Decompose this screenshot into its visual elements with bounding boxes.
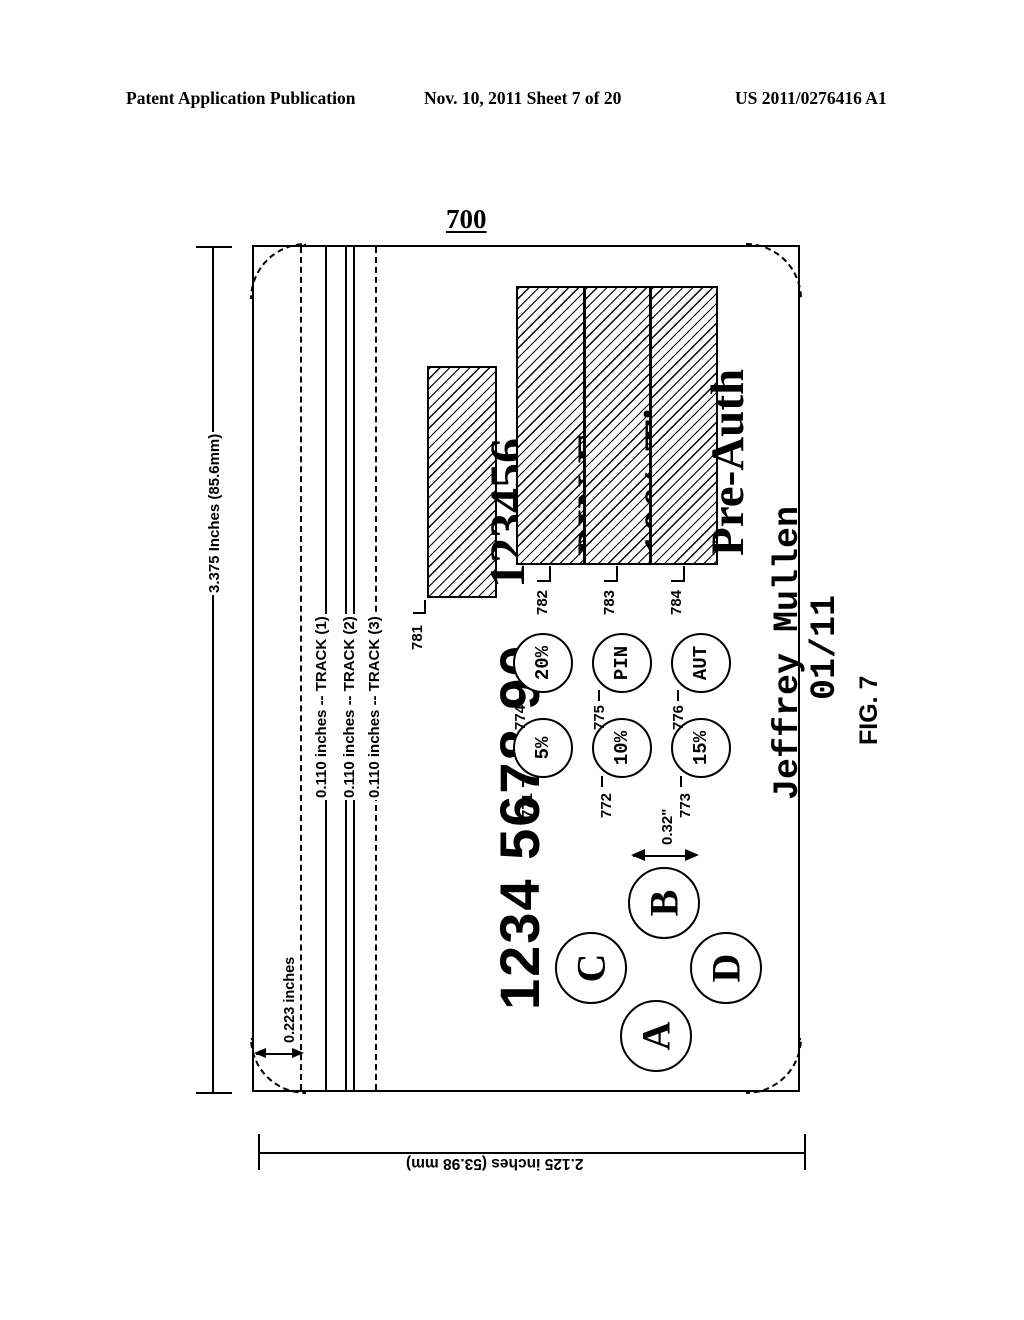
track-2-label: 0.110 inches -- TRACK (2): [341, 614, 358, 800]
option-button-pin[interactable]: PIN: [592, 633, 652, 693]
option-button-15-percent-label: 15%: [690, 730, 712, 766]
leader-782-foot: [537, 580, 551, 583]
edge-to-track-arrowheads: [254, 1048, 304, 1058]
width-dimension-label: 2.125 inches (53.98 mm): [406, 1155, 584, 1172]
figure-reference-700: 700: [446, 204, 487, 234]
nav-button-b-label: B: [641, 889, 687, 917]
figure-caption: FIG. 7: [855, 675, 883, 745]
option-button-20-percent[interactable]: 20%: [513, 633, 573, 693]
track-3-label: 0.110 inches -- TRACK (3): [366, 614, 383, 800]
height-dimension-cap-bottom: [196, 1092, 232, 1094]
reference-783: 783: [601, 589, 618, 615]
reference-774: 774: [512, 704, 529, 730]
width-dimension-cap-right: [804, 1134, 806, 1170]
reference-781: 781: [409, 624, 426, 650]
patent-figure: 700 3.375 Inches (85.6mm) 0.3 inches thi…: [0, 0, 1024, 1320]
leader-784-foot: [671, 580, 685, 583]
width-dimension-cap-left: [258, 1134, 260, 1170]
reference-771: 771: [519, 792, 536, 818]
nav-button-d-label: D: [703, 953, 749, 983]
reference-782: 782: [534, 589, 551, 615]
track-1-label: 0.110 inches -- TRACK (1): [313, 614, 330, 800]
button-diameter-label: 0.32": [659, 808, 676, 845]
leader-772: [601, 776, 604, 787]
card-expiry-text: 01/11: [805, 594, 845, 700]
leader-771: [522, 776, 525, 787]
option-button-aut[interactable]: AUT: [671, 633, 731, 693]
option-button-10-percent-label: 10%: [611, 730, 633, 766]
reference-772: 772: [598, 792, 615, 818]
leader-773: [680, 776, 683, 787]
height-dimension-cap-top: [196, 246, 232, 248]
feature-box-pre-auth-text: Pre-Auth: [702, 368, 754, 556]
option-button-5-percent-label: 5%: [532, 736, 554, 760]
height-dimension-line: [212, 246, 214, 1092]
cardholder-name-text: Jeffrey Mullen: [768, 505, 808, 800]
leader-774: [519, 690, 522, 701]
nav-button-c-label: C: [568, 953, 614, 983]
edge-to-track-label: 0.223 inches: [282, 954, 298, 1045]
reference-776: 776: [670, 704, 687, 730]
height-dimension-label: 3.375 Inches (85.6mm): [206, 431, 223, 595]
track-1-line: [300, 247, 302, 1090]
option-button-aut-label: AUT: [690, 645, 712, 681]
reference-773: 773: [677, 792, 694, 818]
option-button-20-percent-label: 20%: [532, 645, 554, 681]
nav-button-a-label: A: [633, 1021, 679, 1051]
leader-775: [598, 690, 601, 701]
nav-button-d[interactable]: D: [690, 932, 762, 1004]
leader-776: [677, 690, 680, 701]
button-diameter-arrowheads: [631, 849, 699, 861]
nav-button-b[interactable]: B: [628, 867, 700, 939]
leader-783-foot: [604, 580, 618, 583]
option-button-pin-label: PIN: [611, 645, 633, 681]
leader-781-foot: [413, 612, 426, 615]
nav-button-c[interactable]: C: [555, 932, 627, 1004]
nav-button-a[interactable]: A: [620, 1000, 692, 1072]
reference-775: 775: [591, 704, 608, 730]
reference-784: 784: [668, 589, 685, 615]
